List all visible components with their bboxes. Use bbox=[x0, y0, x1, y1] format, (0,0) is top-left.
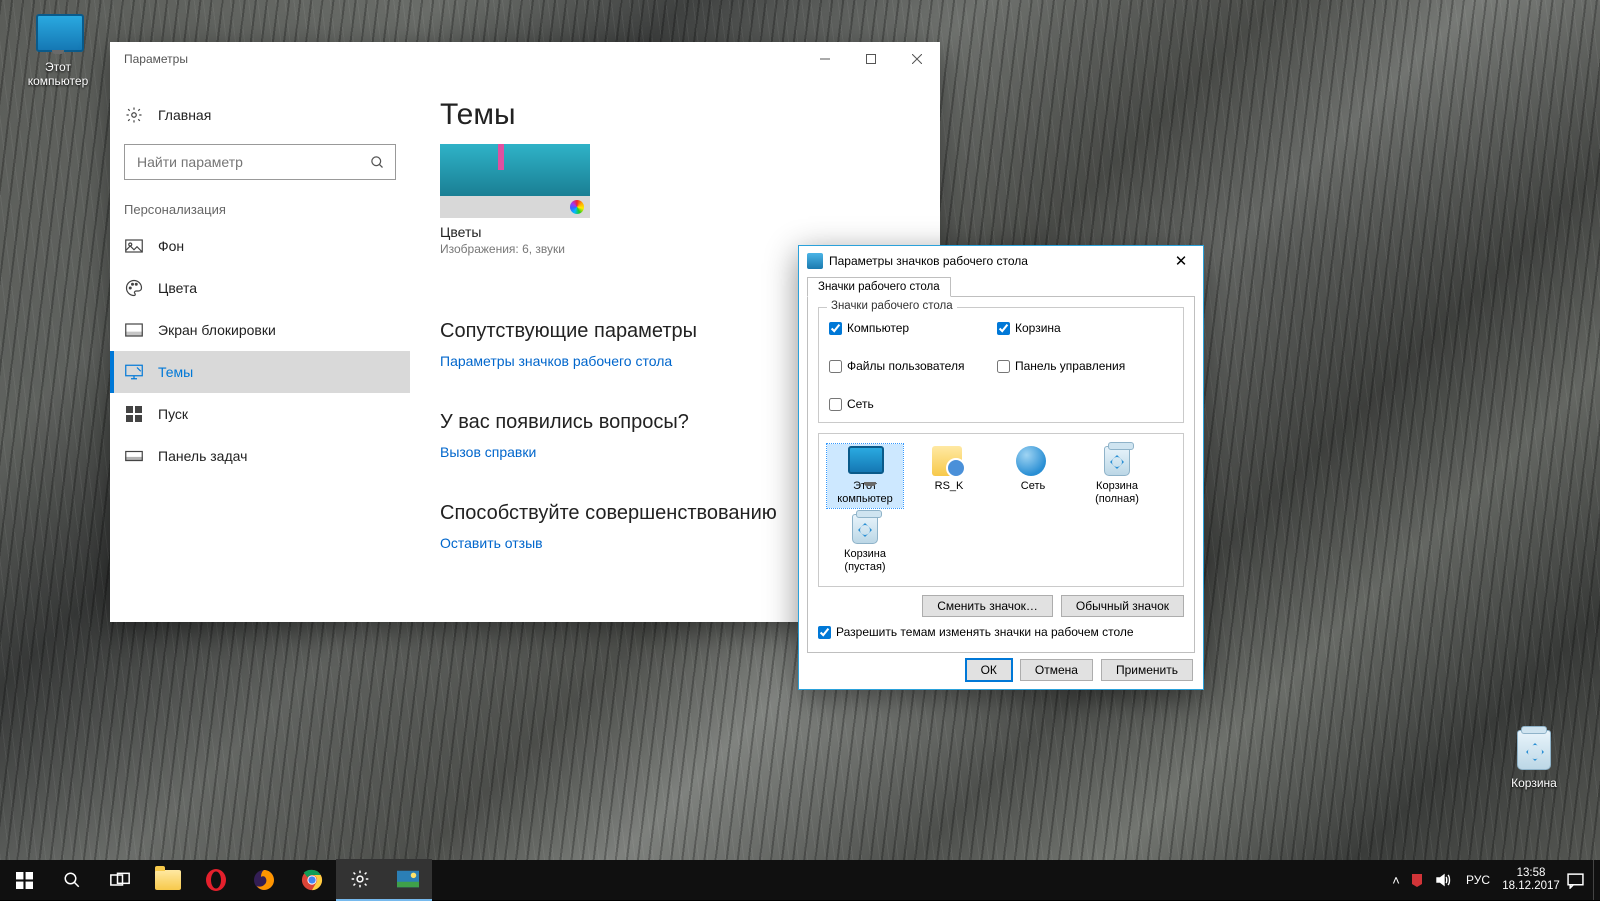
sidebar-item-start[interactable]: Пуск bbox=[110, 393, 410, 435]
sidebar-item-colors[interactable]: Цвета bbox=[110, 267, 410, 309]
default-icon-button[interactable]: Обычный значок bbox=[1061, 595, 1184, 617]
task-view-button[interactable] bbox=[96, 860, 144, 900]
icon-item-this-pc[interactable]: Этот компьютер bbox=[827, 444, 903, 508]
check-control-panel-box[interactable] bbox=[997, 360, 1010, 373]
tray-overflow-button[interactable]: ˄ bbox=[1383, 873, 1409, 888]
taskbar-app-settings[interactable] bbox=[336, 859, 384, 901]
check-recycle-box[interactable] bbox=[997, 322, 1010, 335]
taskbar-app-opera[interactable] bbox=[192, 860, 240, 900]
icon-item-user[interactable]: RS_K bbox=[911, 444, 987, 508]
tray-date: 18.12.2017 bbox=[1495, 880, 1567, 893]
dialog-icon bbox=[807, 253, 823, 269]
taskbar-app-firefox[interactable] bbox=[240, 860, 288, 900]
desktop-icon-label: Корзина bbox=[1494, 776, 1574, 790]
sidebar-item-label: Фон bbox=[158, 238, 184, 254]
desktop-icon-settings-dialog: Параметры значков рабочего стола ✕ Значк… bbox=[798, 245, 1204, 690]
desktop[interactable]: Этот компьютер Корзина Параметры Главная bbox=[0, 0, 1600, 860]
icon-item-network[interactable]: Сеть bbox=[995, 444, 1071, 508]
taskbar-app-explorer[interactable] bbox=[144, 860, 192, 900]
sidebar-item-label: Панель задач bbox=[158, 448, 247, 464]
sidebar-home[interactable]: Главная bbox=[110, 94, 410, 136]
sidebar-item-label: Экран блокировки bbox=[158, 322, 276, 338]
check-user-files-box[interactable] bbox=[829, 360, 842, 373]
picture-icon bbox=[124, 236, 144, 256]
theme-subtitle: Изображения: 6, звуки bbox=[440, 242, 590, 256]
theme-preview bbox=[440, 144, 590, 196]
apply-button[interactable]: Применить bbox=[1101, 659, 1193, 681]
check-recycle-bin[interactable]: Корзина bbox=[997, 321, 1147, 335]
dialog-title: Параметры значков рабочего стола bbox=[829, 254, 1028, 268]
sidebar-item-label: Темы bbox=[158, 364, 193, 380]
dialog-titlebar[interactable]: Параметры значков рабочего стола ✕ bbox=[799, 246, 1203, 276]
settings-titlebar[interactable]: Параметры bbox=[110, 42, 940, 76]
action-center-button[interactable] bbox=[1567, 872, 1593, 889]
show-desktop-button[interactable] bbox=[1593, 860, 1600, 900]
check-allow-themes[interactable]: Разрешить темам изменять значки на рабоч… bbox=[818, 625, 1184, 639]
taskbar-app-chrome[interactable] bbox=[288, 860, 336, 900]
icon-item-bin-empty[interactable]: Корзина (пустая) bbox=[827, 512, 903, 576]
sidebar-section-label: Персонализация bbox=[110, 198, 410, 225]
icon-item-bin-full[interactable]: Корзина (полная) bbox=[1079, 444, 1155, 508]
tray-clock[interactable]: 13:58 18.12.2017 bbox=[1495, 867, 1567, 893]
sidebar-item-label: Цвета bbox=[158, 280, 197, 296]
check-network-box[interactable] bbox=[829, 398, 842, 411]
check-computer[interactable]: Компьютер bbox=[829, 321, 979, 335]
lock-screen-icon bbox=[124, 320, 144, 340]
sidebar-item-taskbar[interactable]: Панель задач bbox=[110, 435, 410, 477]
theme-name: Цветы bbox=[440, 224, 590, 240]
dialog-tab-icons[interactable]: Значки рабочего стола bbox=[807, 277, 951, 297]
desktop-icon-this-pc[interactable]: Этот компьютер bbox=[18, 14, 98, 88]
check-network[interactable]: Сеть bbox=[829, 397, 979, 411]
check-allow-themes-box[interactable] bbox=[818, 626, 831, 639]
sidebar-item-background[interactable]: Фон bbox=[110, 225, 410, 267]
desktop-icon-recycle-bin[interactable]: Корзина bbox=[1494, 730, 1574, 790]
themes-icon bbox=[124, 362, 144, 382]
sidebar-item-lockscreen[interactable]: Экран блокировки bbox=[110, 309, 410, 351]
system-tray: ˄ РУС 13:58 18.12.2017 bbox=[1383, 860, 1600, 900]
settings-search[interactable] bbox=[124, 144, 396, 180]
sidebar-home-label: Главная bbox=[158, 107, 211, 123]
ok-button[interactable]: ОК bbox=[966, 659, 1012, 681]
theme-card[interactable]: Цветы Изображения: 6, звуки bbox=[440, 144, 590, 256]
dialog-close-button[interactable]: ✕ bbox=[1167, 252, 1195, 270]
taskbar-icon bbox=[124, 446, 144, 466]
gear-icon bbox=[124, 105, 144, 125]
sidebar-item-label: Пуск bbox=[158, 406, 188, 422]
icon-preview-grid: Этот компьютер RS_K Сеть Корзина (полная… bbox=[818, 433, 1184, 587]
tray-security-icon[interactable] bbox=[1409, 872, 1435, 888]
group-title: Значки рабочего стола bbox=[827, 300, 957, 312]
settings-title: Параметры bbox=[124, 52, 188, 66]
tray-language[interactable]: РУС bbox=[1461, 873, 1495, 887]
check-computer-box[interactable] bbox=[829, 322, 842, 335]
tray-time: 13:58 bbox=[1495, 867, 1567, 880]
taskbar-search-button[interactable] bbox=[48, 860, 96, 900]
sidebar-item-themes[interactable]: Темы bbox=[110, 351, 410, 393]
tray-volume-icon[interactable] bbox=[1435, 872, 1461, 888]
theme-color-bar bbox=[440, 196, 590, 218]
search-input[interactable] bbox=[135, 153, 370, 171]
desktop-icons-group: Значки рабочего стола Компьютер Корзина … bbox=[818, 307, 1184, 423]
cancel-button[interactable]: Отмена bbox=[1020, 659, 1093, 681]
check-control-panel[interactable]: Панель управления bbox=[997, 359, 1147, 373]
desktop-icon-label: Этот компьютер bbox=[18, 60, 98, 88]
change-icon-button[interactable]: Сменить значок… bbox=[922, 595, 1053, 617]
search-icon bbox=[370, 155, 385, 170]
minimize-button[interactable] bbox=[802, 42, 848, 76]
start-icon bbox=[124, 404, 144, 424]
start-button[interactable] bbox=[0, 860, 48, 900]
color-wheel-icon bbox=[570, 200, 584, 214]
close-button[interactable] bbox=[894, 42, 940, 76]
palette-icon bbox=[124, 278, 144, 298]
maximize-button[interactable] bbox=[848, 42, 894, 76]
settings-sidebar: Главная Персонализация Фон Цвета Эк bbox=[110, 76, 410, 622]
taskbar: ˄ РУС 13:58 18.12.2017 bbox=[0, 860, 1600, 900]
taskbar-app-personalization[interactable] bbox=[384, 859, 432, 901]
page-title: Темы bbox=[440, 98, 910, 132]
check-user-files[interactable]: Файлы пользователя bbox=[829, 359, 979, 373]
